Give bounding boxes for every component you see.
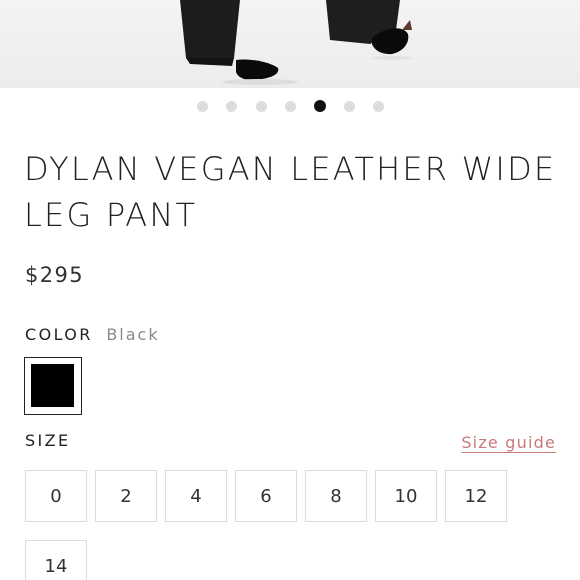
size-option-12[interactable]: 12 [445,470,507,522]
size-guide-link[interactable]: Size guide [461,433,556,452]
swatch-fill [31,364,74,407]
size-option-14[interactable]: 14 [25,540,87,580]
color-swatch-black[interactable] [24,357,82,415]
product-photo-illustration [180,0,412,85]
size-option-8[interactable]: 8 [305,470,367,522]
product-page: DYLAN VEGAN LEATHER WIDE LEG PANT $295 C… [0,0,580,580]
size-option-4[interactable]: 4 [165,470,227,522]
product-price: $295 [25,263,85,287]
product-title: DYLAN VEGAN LEATHER WIDE LEG PANT [24,150,557,234]
carousel-dot-5[interactable] [314,100,327,112]
carousel-dot-1[interactable] [197,101,208,112]
carousel-dots [0,99,580,113]
product-image[interactable] [0,0,580,88]
carousel-dot-2[interactable] [226,101,238,112]
color-selected-value: Black [106,325,160,344]
carousel-dot-4[interactable] [284,101,296,112]
size-option-10[interactable]: 10 [375,470,437,522]
carousel-dot-7[interactable] [372,101,384,112]
size-option-2[interactable]: 2 [95,470,157,522]
size-option-6[interactable]: 6 [235,470,297,522]
color-row: COLOR Black [25,325,160,344]
carousel-dot-6[interactable] [343,101,355,112]
carousel-dot-3[interactable] [255,101,267,112]
size-label: SIZE [25,431,71,450]
color-label: COLOR [25,325,93,344]
size-option-0[interactable]: 0 [25,470,87,522]
